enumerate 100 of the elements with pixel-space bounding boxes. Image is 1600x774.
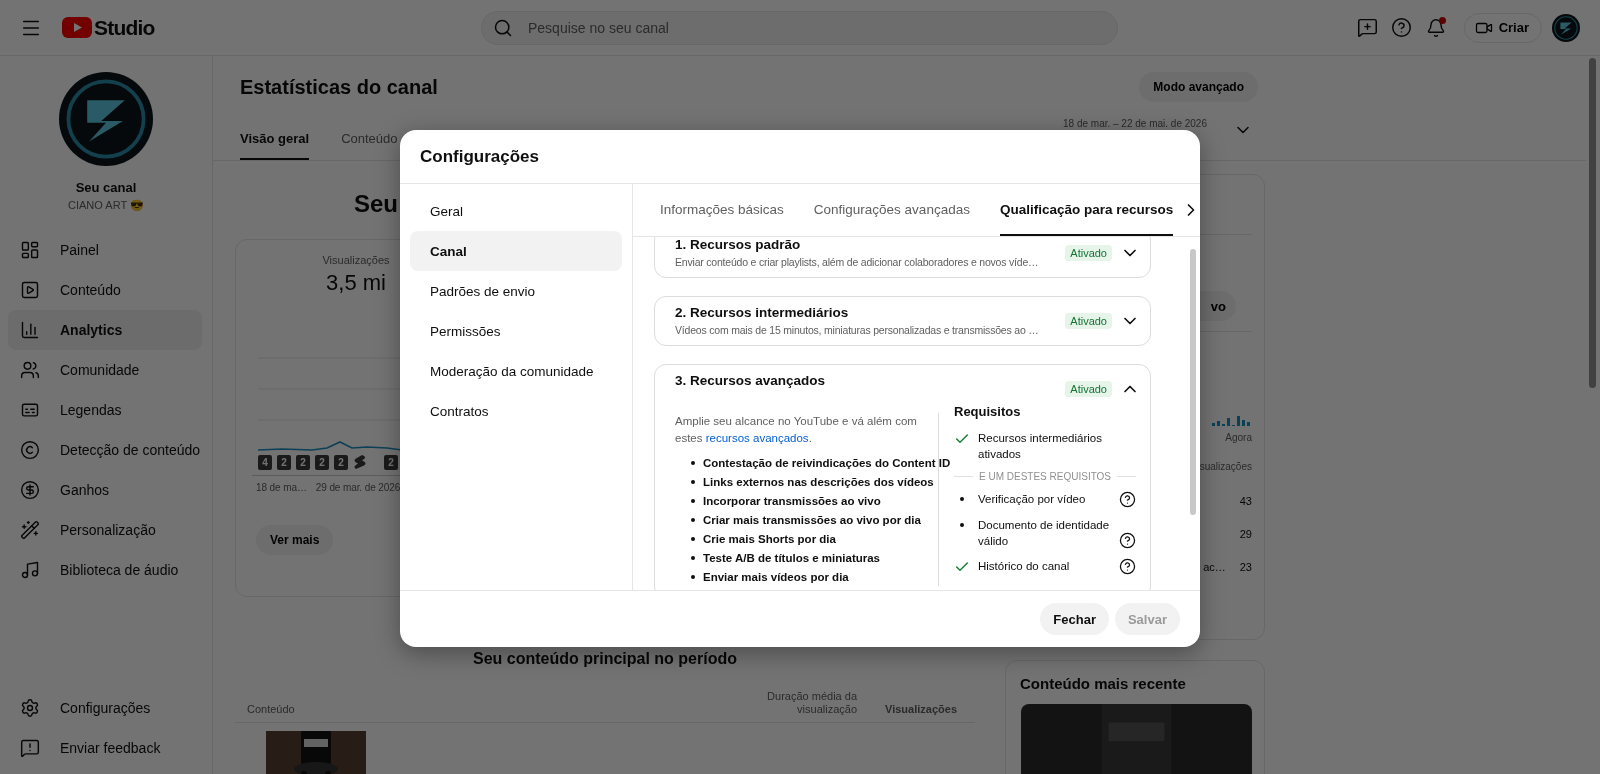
nav-item[interactable]: Detecção de conteúdo xyxy=(8,430,202,470)
status-badge: Ativado xyxy=(1065,245,1112,261)
bullet-icon xyxy=(691,536,695,541)
copyright-icon xyxy=(20,440,40,460)
help-icon[interactable] xyxy=(1119,532,1136,549)
settings-nav-item[interactable]: Permissões xyxy=(410,311,622,351)
scrollbar[interactable] xyxy=(1589,58,1596,388)
bullet-icon xyxy=(960,497,964,501)
bullet-icon xyxy=(691,479,695,484)
bullet-icon xyxy=(691,574,695,579)
nav-item[interactable]: Analytics xyxy=(8,310,202,350)
axis-label: Agora xyxy=(1225,432,1252,443)
view-count: 29 xyxy=(1239,527,1252,540)
feature-item: Crie mais Shorts por dia xyxy=(703,532,836,545)
nav-item[interactable]: Painel xyxy=(8,230,202,270)
create-button[interactable]: Criar xyxy=(1463,12,1542,43)
settings-nav-item[interactable]: Geral xyxy=(410,191,622,231)
nav-item[interactable]: Ganhos xyxy=(8,470,202,510)
feature-item: Links externos nas descrições dos vídeos xyxy=(703,475,934,488)
section-heading: Seu xyxy=(354,189,398,219)
bullet-icon xyxy=(960,523,964,527)
bullet-icon xyxy=(691,555,695,560)
nav-item[interactable]: Enviar feedback xyxy=(8,728,202,768)
logo-icon[interactable] xyxy=(62,17,92,38)
intro-text: Amplie seu alcance no YouTube e vá além com estes recursos avançados. xyxy=(675,414,918,446)
close-button[interactable]: Fechar xyxy=(1040,603,1109,635)
feedback-icon xyxy=(20,738,40,758)
count-marker: 2 xyxy=(334,454,348,470)
count-marker: 4 xyxy=(258,454,272,470)
scrollbar[interactable] xyxy=(1190,249,1196,515)
settings-icon xyxy=(20,698,40,718)
dialog-title: Configurações xyxy=(420,146,540,167)
tab[interactable]: Conteúdo xyxy=(341,118,398,160)
metric-value: 3,5 mi xyxy=(326,270,386,296)
feature-item: Incorporar transmissões ao vivo xyxy=(703,494,881,507)
requirement-text: Documento de identidade válido xyxy=(978,518,1111,549)
card-description: Vídeos com mais de 15 minutos, miniaturas personalizadas e transmissões ao … xyxy=(675,323,1039,338)
help-icon[interactable] xyxy=(1119,491,1136,508)
search-icon xyxy=(493,17,513,38)
tab[interactable]: Qualificação para recursos xyxy=(999,184,1174,236)
see-more-button[interactable]: Ver mais xyxy=(256,525,334,555)
settings-nav-item[interactable]: Canal xyxy=(410,231,622,271)
settings-nav-item[interactable]: Padrões de envio xyxy=(410,271,622,311)
card-title: 3. Recursos avançados xyxy=(675,372,827,390)
axis-label: 29 de mar. de 2026 xyxy=(315,482,401,493)
avatar[interactable] xyxy=(1552,13,1580,42)
feature-item: Criar mais transmissões ao vivo por dia xyxy=(703,513,921,526)
requirement-text: Recursos intermediários ativados xyxy=(978,431,1103,462)
section-label: E UM DESTES REQUISITOS xyxy=(978,471,1112,482)
tab[interactable]: Configurações avançadas xyxy=(813,184,970,236)
count-marker: 2 xyxy=(315,454,329,470)
avatar[interactable] xyxy=(59,72,153,166)
card-title: Conteúdo mais recente xyxy=(1020,675,1187,692)
nav-item[interactable]: Legendas xyxy=(8,390,202,430)
video-title: ac… xyxy=(1203,560,1226,573)
channel-name: Seu canal xyxy=(75,180,137,195)
tab[interactable]: Visão geral xyxy=(240,118,310,160)
shorts-icon xyxy=(353,454,367,470)
status-badge: Ativado xyxy=(1065,313,1112,329)
metric-label: Visualizações xyxy=(322,254,390,266)
feature-item: Contestação de reivindicações do Content ID xyxy=(703,456,951,469)
nav-item[interactable]: Conteúdo xyxy=(8,270,202,310)
captions-icon xyxy=(20,400,40,420)
music-icon xyxy=(20,560,40,580)
bullet-icon xyxy=(691,460,695,465)
count-marker: 2 xyxy=(296,454,310,470)
search-field[interactable]: Pesquise no seu canal xyxy=(481,10,1118,45)
video-icon xyxy=(20,280,40,300)
view-count: 43 xyxy=(1239,494,1252,507)
column-header: Duração média da visualização xyxy=(766,690,857,716)
nav-item[interactable]: Biblioteca de áudio xyxy=(8,550,202,590)
channel-handle: CIANO ART 😎 xyxy=(68,199,144,212)
logo-text: Studio xyxy=(94,15,155,40)
count-marker: 2 xyxy=(277,454,291,470)
page-title: Estatísticas do canal xyxy=(240,75,438,99)
date-range: 18 de mar. – 22 de mai. de 2026 xyxy=(1063,118,1207,131)
card-title: 2. Recursos intermediários xyxy=(675,304,850,322)
view-count: 23 xyxy=(1239,560,1252,573)
help-icon[interactable] xyxy=(1119,558,1136,575)
advanced-mode-button[interactable]: Modo avançado xyxy=(1139,72,1258,102)
dollar-icon xyxy=(20,480,40,500)
nav-item[interactable]: Configurações xyxy=(8,688,202,728)
tab[interactable]: Informações básicas xyxy=(660,184,784,236)
settings-nav-item[interactable]: Moderação da comunidade xyxy=(410,351,622,391)
chart-icon xyxy=(20,320,40,340)
status-badge: Ativado xyxy=(1065,381,1112,397)
nav-item[interactable]: Comunidade xyxy=(8,350,202,390)
feature-item: Enviar mais vídeos por dia xyxy=(703,570,849,583)
dashboard-icon xyxy=(20,240,40,260)
link[interactable]: recursos avançados xyxy=(705,432,809,444)
magic-wand-icon xyxy=(20,520,40,540)
bullet-icon xyxy=(691,517,695,522)
column-header: Visualizações xyxy=(884,703,957,716)
requirement-text: Verificação por vídeo xyxy=(978,492,1087,507)
settings-nav-item[interactable]: Contratos xyxy=(410,391,622,431)
column-header: Conteúdo xyxy=(247,703,296,716)
count-marker: 2 xyxy=(384,454,398,470)
requirements-title: Requisitos xyxy=(954,403,1022,421)
requirement-text: Histórico do canal xyxy=(978,559,1071,574)
nav-item[interactable]: Personalização xyxy=(8,510,202,550)
